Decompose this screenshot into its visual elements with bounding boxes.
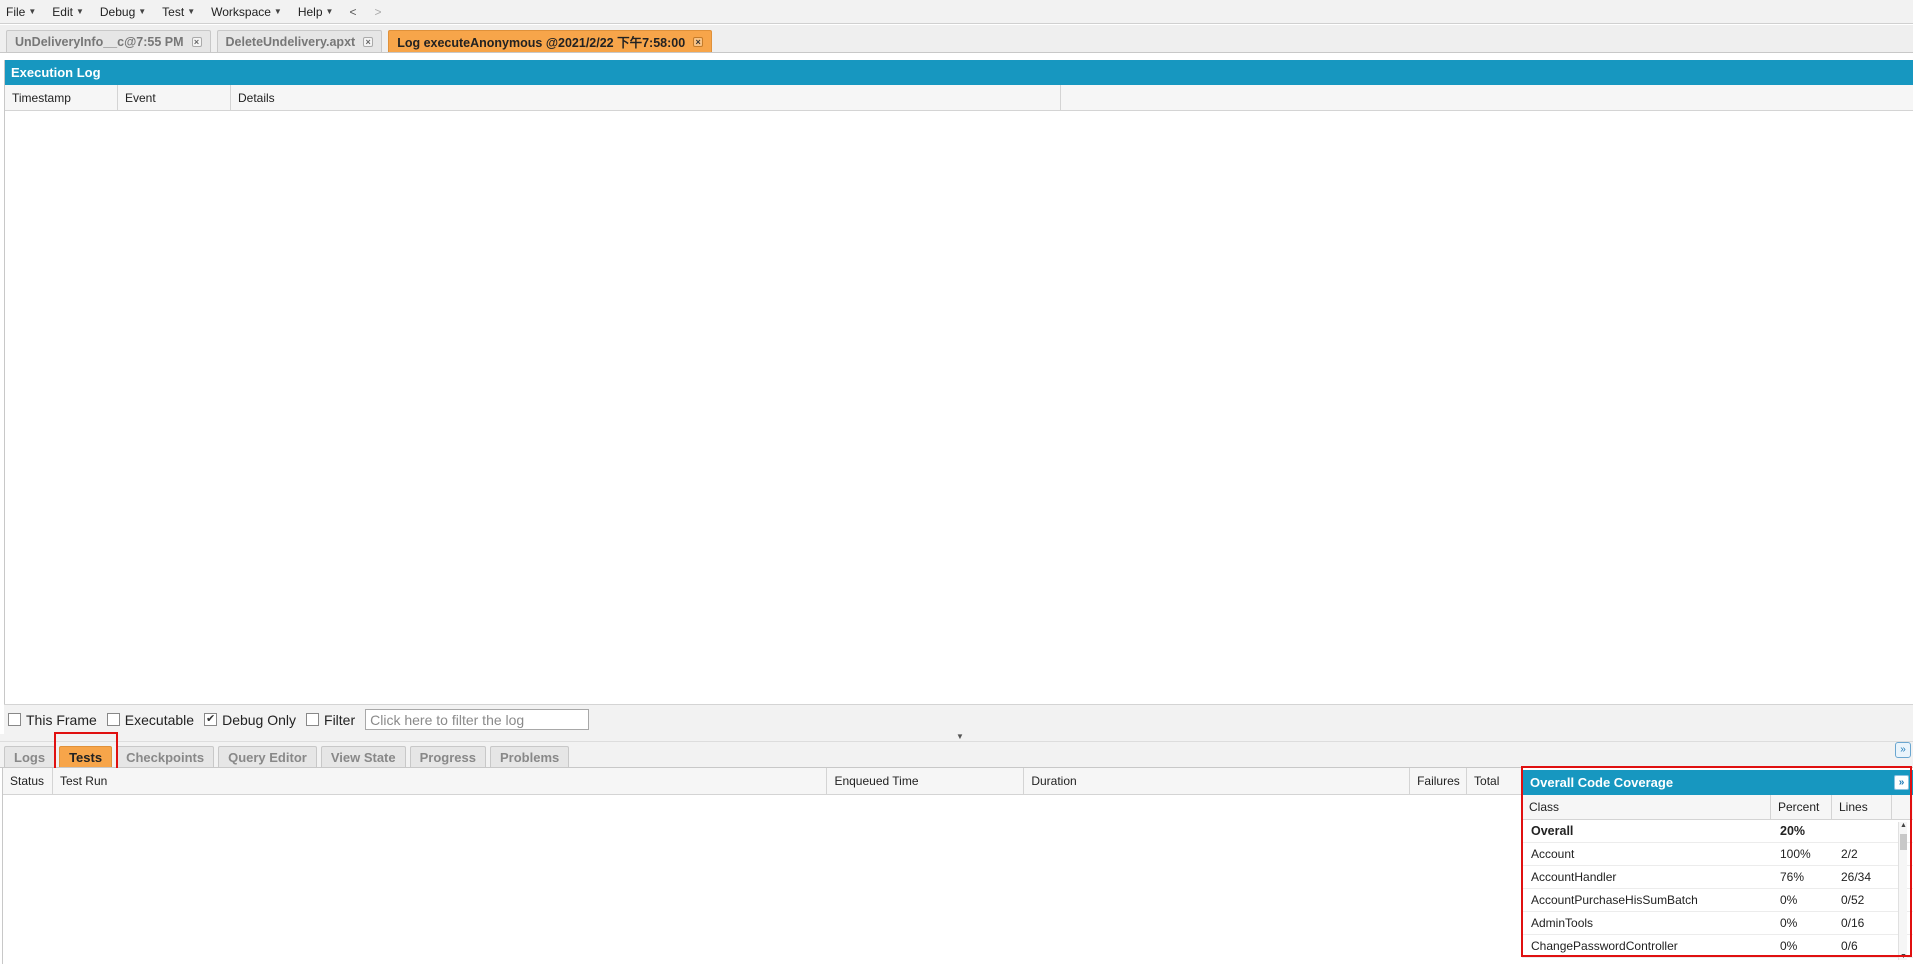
coverage-scrollbar[interactable]: ▲ ▼ — [1898, 822, 1907, 960]
checkmark-icon[interactable]: ✔ — [204, 713, 218, 726]
caret-down-icon: ▼ — [138, 7, 147, 16]
execution-log-panel: Execution Log Timestamp Event Details — [4, 60, 1913, 732]
scrollbar-thumb[interactable] — [1900, 834, 1907, 850]
caret-down-icon: ▼ — [325, 7, 334, 16]
executable-checkbox[interactable]: Executable — [106, 712, 194, 728]
log-filter-bar: This Frame Executable ✔ Debug Only Filte… — [4, 704, 1913, 734]
menu-test[interactable]: Test ▼ — [162, 5, 195, 19]
execution-log-body — [5, 111, 1913, 703]
close-icon[interactable]: × — [693, 36, 704, 47]
filter-checkbox[interactable]: Filter — [306, 712, 355, 728]
menu-help[interactable]: Help ▼ — [298, 5, 334, 19]
tab-view-state[interactable]: View State — [320, 746, 406, 767]
debug-only-checkbox[interactable]: ✔ Debug Only — [204, 712, 296, 728]
column-duration[interactable]: Duration — [1024, 768, 1411, 794]
coverage-row-overall[interactable]: Overall 20% — [1522, 820, 1913, 843]
tab-logs[interactable]: Logs — [4, 746, 56, 767]
column-failures[interactable]: Failures — [1410, 768, 1468, 794]
checkbox-box[interactable] — [306, 713, 320, 726]
tab-progress[interactable]: Progress — [409, 746, 486, 767]
coverage-header: Overall Code Coverage » — [1522, 770, 1913, 795]
menu-bar: File ▼ Edit ▼ Debug ▼ Test ▼ Workspace ▼ Help… — [0, 0, 1913, 24]
tab-problems[interactable]: Problems — [490, 746, 570, 767]
this-frame-checkbox[interactable]: This Frame — [8, 712, 97, 728]
column-percent[interactable]: Percent — [1771, 795, 1832, 819]
coverage-row[interactable]: Account 100% 2/2 — [1522, 843, 1913, 866]
coverage-columns: Class Percent Lines — [1522, 795, 1913, 820]
coverage-title: Overall Code Coverage — [1530, 775, 1674, 790]
file-tab-log[interactable]: Log executeAnonymous @2021/2/22 下午7:58:0… — [388, 30, 713, 52]
expand-icon[interactable]: » — [1894, 775, 1909, 790]
back-arrow-icon[interactable]: < — [349, 5, 356, 19]
collapse-panel-icon[interactable]: » — [1895, 742, 1911, 758]
file-tab-bar: UnDeliveryInfo__c@7:55 PM × DeleteUndeli… — [0, 25, 1913, 53]
menu-workspace[interactable]: Workspace ▼ — [211, 5, 282, 19]
file-tab-undeliveryinfo[interactable]: UnDeliveryInfo__c@7:55 PM × — [6, 30, 211, 52]
menu-edit[interactable]: Edit ▼ — [52, 5, 84, 19]
caret-down-icon: ▼ — [273, 7, 282, 16]
column-timestamp[interactable]: Timestamp — [5, 85, 118, 110]
menu-file[interactable]: File ▼ — [6, 5, 36, 19]
checkbox-box[interactable] — [106, 713, 120, 726]
column-enqueued-time[interactable]: Enqueued Time — [827, 768, 1025, 794]
column-status[interactable]: Status — [3, 768, 53, 794]
filter-input[interactable] — [365, 709, 590, 730]
close-icon[interactable]: × — [363, 36, 374, 47]
coverage-row[interactable]: ChangePasswordController 0% 0/6 — [1522, 935, 1913, 958]
column-details[interactable]: Details — [231, 85, 1061, 110]
splitter-grip-icon[interactable]: ▼ — [940, 733, 980, 741]
column-test-run[interactable]: Test Run — [53, 768, 828, 794]
execution-log-title: Execution Log — [5, 60, 1913, 85]
close-icon[interactable]: × — [191, 36, 202, 47]
coverage-row[interactable]: AccountPurchaseHisSumBatch 0% 0/52 — [1522, 889, 1913, 912]
tab-checkpoints[interactable]: Checkpoints — [116, 746, 215, 767]
tests-panel: Status Test Run Enqueued Time Duration F… — [2, 768, 1521, 964]
column-event[interactable]: Event — [118, 85, 231, 110]
caret-down-icon: ▼ — [75, 7, 84, 16]
column-lines[interactable]: Lines — [1832, 795, 1892, 819]
checkbox-box[interactable] — [8, 713, 21, 726]
scroll-down-icon[interactable]: ▼ — [1899, 953, 1908, 960]
file-tab-deleteundelivery[interactable]: DeleteUndelivery.apxt × — [216, 30, 383, 52]
code-coverage-panel: Overall Code Coverage » Class Percent Li… — [1522, 770, 1913, 964]
column-total[interactable]: Total — [1467, 768, 1521, 794]
caret-down-icon: ▼ — [187, 7, 196, 16]
column-class[interactable]: Class — [1522, 795, 1771, 819]
tab-query-editor[interactable]: Query Editor — [218, 746, 317, 767]
menu-debug[interactable]: Debug ▼ — [100, 5, 146, 19]
panel-splitter[interactable]: ▼ — [0, 733, 1913, 742]
scroll-up-icon[interactable]: ▲ — [1899, 822, 1908, 829]
coverage-row[interactable]: AccountHandler 76% 26/34 — [1522, 866, 1913, 889]
tests-columns: Status Test Run Enqueued Time Duration F… — [3, 768, 1521, 795]
coverage-row[interactable]: AdminTools 0% 0/16 — [1522, 912, 1913, 935]
bottom-tab-bar: Logs Tests Checkpoints Query Editor View… — [0, 742, 1913, 768]
forward-arrow-icon[interactable]: > — [374, 5, 381, 19]
execution-log-columns: Timestamp Event Details — [5, 85, 1913, 111]
caret-down-icon: ▼ — [28, 7, 37, 16]
tests-tab-highlight — [54, 732, 118, 771]
